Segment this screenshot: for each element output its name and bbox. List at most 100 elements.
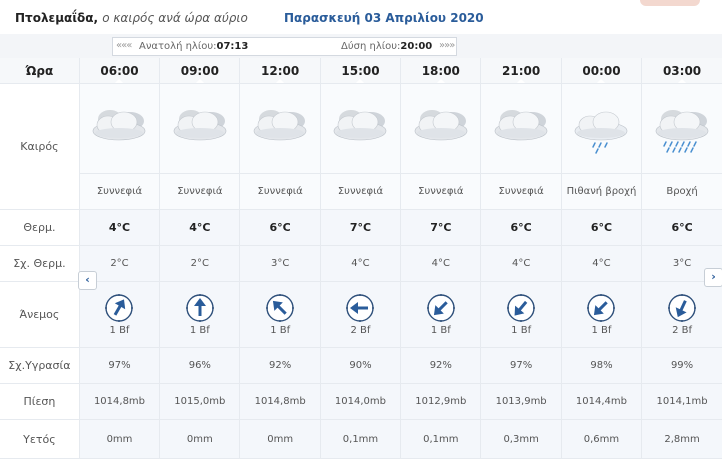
feels-like-label: Σχ. Θερμ. bbox=[0, 245, 80, 282]
hour-cell: 09:00 bbox=[159, 58, 240, 84]
sun-times-bar: ««« Ανατολή ηλίου:07:13 Δύση ηλίου:20:00… bbox=[0, 34, 722, 59]
feels-like-value: 3°C bbox=[239, 245, 321, 282]
wind-cell: 2 Bf bbox=[641, 281, 722, 348]
cloudy-icon bbox=[80, 103, 159, 155]
weather-label: Καιρός bbox=[0, 83, 80, 210]
weather-icon-cell bbox=[641, 83, 722, 174]
wind-direction-icon bbox=[185, 294, 214, 322]
weather-description: Πιθανή βροχή bbox=[560, 173, 642, 210]
cloudy-icon bbox=[482, 103, 561, 155]
weather-description: Συννεφιά bbox=[78, 173, 160, 210]
temperature-value: 6°C bbox=[480, 209, 562, 246]
pressure-value: 1014,8mb bbox=[239, 383, 321, 420]
feels-like-row: Σχ. Θερμ. 2°C 2°C 3°C 4°C 4°C 4°C 4°C 3°… bbox=[0, 245, 722, 282]
weather-icon-row: Καιρός bbox=[0, 83, 722, 210]
wind-force: 2 Bf bbox=[672, 325, 693, 336]
weather-icon-cell bbox=[480, 83, 562, 174]
sunrise-time: 07:13 bbox=[216, 41, 249, 52]
humidity-value: 92% bbox=[400, 347, 481, 384]
wind-force: 1 Bf bbox=[511, 325, 532, 336]
hour-cell: 03:00 bbox=[641, 58, 722, 84]
weather-icon-cell bbox=[319, 83, 401, 174]
temperature-value: 6°C bbox=[239, 209, 321, 246]
sun-times-box: ««« Ανατολή ηλίου:07:13 Δύση ηλίου:20:00… bbox=[112, 37, 457, 56]
wind-cell: 2 Bf bbox=[319, 281, 401, 348]
humidity-label: Σχ.Υγρασία bbox=[0, 347, 80, 384]
hourly-forecast-table: Ώρα 06:00 09:00 12:00 15:00 18:00 21:00 … bbox=[0, 58, 722, 459]
wind-force: 2 Bf bbox=[350, 325, 371, 336]
weather-description: Συννεφιά bbox=[400, 173, 481, 210]
pressure-value: 1012,9mb bbox=[400, 383, 481, 420]
wind-force: 1 Bf bbox=[591, 325, 612, 336]
scroll-right-button[interactable]: › bbox=[704, 268, 722, 287]
wind-cell: 1 Bf bbox=[400, 281, 481, 348]
temperature-value: 6°C bbox=[641, 209, 722, 246]
wind-direction-icon bbox=[105, 294, 134, 322]
hour-cell: 00:00 bbox=[560, 58, 642, 84]
wind-direction-icon bbox=[426, 294, 455, 322]
weather-description: Συννεφιά bbox=[480, 173, 562, 210]
feels-like-value: 4°C bbox=[480, 245, 562, 282]
pressure-value: 1014,8mb bbox=[78, 383, 160, 420]
wind-direction-icon bbox=[587, 294, 616, 322]
pressure-row: Πίεση 1014,8mb 1015,0mb 1014,8mb 1014,0m… bbox=[0, 383, 722, 420]
weather-icon-cell bbox=[239, 83, 321, 174]
weather-description: Συννεφιά bbox=[159, 173, 240, 210]
wind-direction-icon bbox=[668, 294, 697, 322]
wind-cell: 1 Bf bbox=[480, 281, 562, 348]
precipitation-value: 0,6mm bbox=[560, 419, 642, 459]
wind-force: 1 Bf bbox=[270, 325, 291, 336]
humidity-row: Σχ.Υγρασία 97% 96% 92% 90% 92% 97% 98% 9… bbox=[0, 347, 722, 384]
humidity-value: 98% bbox=[560, 347, 642, 384]
sunset-time: 20:00 bbox=[400, 41, 433, 52]
hour-row: Ώρα 06:00 09:00 12:00 15:00 18:00 21:00 … bbox=[0, 58, 722, 84]
wind-force: 1 Bf bbox=[109, 325, 130, 336]
wind-direction-icon bbox=[346, 294, 375, 322]
next-arrows-icon[interactable]: »»» bbox=[439, 40, 455, 51]
weather-description: Συννεφιά bbox=[319, 173, 401, 210]
hour-label: Ώρα bbox=[0, 58, 80, 84]
wind-force: 1 Bf bbox=[189, 325, 210, 336]
precipitation-value: 0mm bbox=[78, 419, 160, 459]
scroll-left-button[interactable]: ‹ bbox=[78, 271, 97, 290]
hour-cell: 18:00 bbox=[400, 58, 481, 84]
humidity-value: 96% bbox=[159, 347, 240, 384]
temperature-row: Θερμ. 4°C 4°C 6°C 7°C 7°C 6°C 6°C 6°C bbox=[0, 209, 722, 246]
city-name: Πτολεμαΐδα, bbox=[15, 11, 99, 25]
temperature-label: Θερμ. bbox=[0, 209, 80, 246]
temperature-value: 7°C bbox=[400, 209, 481, 246]
feels-like-value: 4°C bbox=[560, 245, 642, 282]
wind-direction-icon bbox=[507, 294, 536, 322]
feels-like-value: 4°C bbox=[400, 245, 481, 282]
forecast-subtitle: ο καιρός ανά ώρα αύριο bbox=[102, 11, 248, 25]
weather-description-row: Συννεφιά Συννεφιά Συννεφιά Συννεφιά Συνν… bbox=[0, 173, 722, 210]
cloudy-icon bbox=[321, 103, 400, 155]
hour-cell: 21:00 bbox=[480, 58, 562, 84]
precipitation-value: 0mm bbox=[239, 419, 321, 459]
prev-arrows-icon[interactable]: ««« bbox=[116, 40, 132, 51]
precipitation-value: 0,1mm bbox=[319, 419, 401, 459]
cloudy-icon bbox=[241, 103, 320, 155]
weather-description: Βροχή bbox=[641, 173, 722, 210]
temperature-value: 4°C bbox=[159, 209, 240, 246]
forecast-date: Παρασκευή 03 Απριλίου 2020 bbox=[284, 11, 484, 25]
temperature-value: 7°C bbox=[319, 209, 401, 246]
wind-direction-icon bbox=[266, 294, 295, 322]
decorative-tab bbox=[640, 0, 700, 6]
cloudy-icon bbox=[402, 103, 481, 155]
weather-description: Συννεφιά bbox=[239, 173, 321, 210]
rain-icon bbox=[643, 103, 722, 155]
pressure-value: 1014,1mb bbox=[641, 383, 722, 420]
pressure-value: 1014,4mb bbox=[560, 383, 642, 420]
humidity-value: 97% bbox=[480, 347, 562, 384]
wind-cell: 1 Bf bbox=[159, 281, 240, 348]
sunrise-info: Ανατολή ηλίου:07:13 bbox=[139, 41, 249, 52]
humidity-value: 90% bbox=[319, 347, 401, 384]
wind-cell: 1 Bf bbox=[239, 281, 321, 348]
wind-force: 1 Bf bbox=[430, 325, 451, 336]
sunset-info: Δύση ηλίου:20:00 bbox=[341, 41, 433, 52]
precipitation-value: 0,3mm bbox=[480, 419, 562, 459]
humidity-value: 99% bbox=[641, 347, 722, 384]
feels-like-value: 2°C bbox=[159, 245, 240, 282]
weather-icon-cell bbox=[159, 83, 240, 174]
